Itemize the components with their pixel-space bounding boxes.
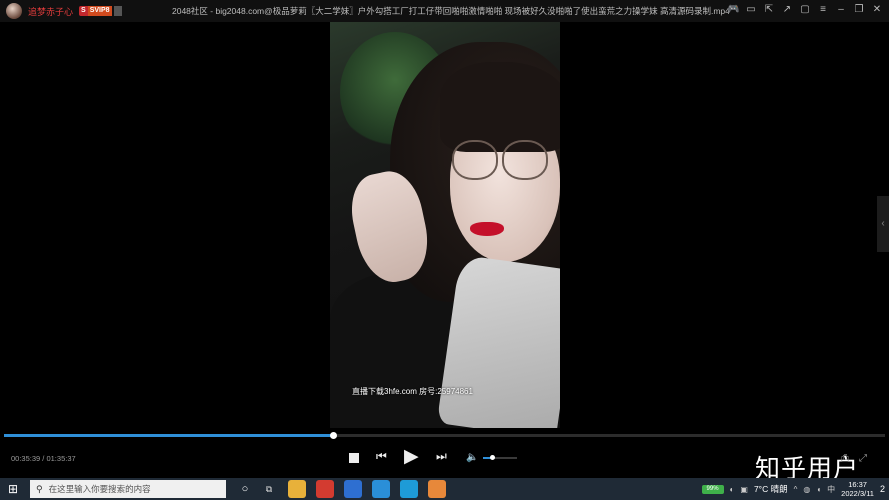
video-frame[interactable]: 直播下载3hfe.com 房号:25974861 — [330, 22, 560, 428]
vip-extra-icon — [113, 6, 122, 16]
window-title: 2048社区 - big2048.com@极品萝莉〖大二学妹〗户外勾搭工厂打工仔… — [172, 6, 730, 16]
folder-icon[interactable]: ▢ — [799, 4, 811, 16]
chrome-icon[interactable] — [316, 480, 334, 498]
vip-badge-level: SVIP8 — [87, 6, 112, 16]
windows-start-icon[interactable]: ⊞ — [2, 478, 24, 500]
tray-app-icon[interactable]: ◐ — [730, 485, 735, 494]
username[interactable]: 追梦赤子心 — [28, 5, 73, 18]
window-controls: 🎮 ▭ ⇱ ↗ ▢ ≡ – ❐ ✕ — [727, 4, 883, 16]
taskbar-search[interactable]: ⚲ 在这里输入你要搜索的内容 — [30, 480, 226, 498]
time-display: 00:35:39 / 01:35:37 — [11, 454, 76, 463]
task-view-icon[interactable]: ⧉ — [260, 480, 278, 498]
fullscreen-icon[interactable]: ⤢ — [859, 453, 867, 464]
speaker-icon[interactable]: ◖ — [816, 485, 821, 494]
ime-icon[interactable]: 中 — [827, 484, 835, 495]
share-icon[interactable]: ↗ — [781, 4, 793, 16]
search-placeholder: 在这里输入你要搜索的内容 — [48, 484, 151, 494]
current-time: 00:35:39 / — [11, 454, 45, 463]
menu-icon[interactable]: ≡ — [817, 4, 829, 16]
seek-bar[interactable] — [4, 432, 885, 439]
battery-indicator[interactable]: 99% — [701, 484, 724, 494]
pin-icon[interactable]: ⇱ — [763, 4, 775, 16]
video-subject-bangs — [440, 62, 560, 152]
taskbar-clock[interactable]: 16:37 2022/3/11 — [841, 480, 874, 498]
video-watermark: 直播下载3hfe.com 房号:25974861 — [352, 387, 473, 396]
game-icon[interactable]: 🎮 — [727, 4, 739, 16]
side-panel-toggle[interactable]: ‹ — [877, 196, 889, 252]
volume-handle[interactable] — [490, 455, 496, 460]
vip-badge[interactable]: S SVIP8 — [79, 6, 122, 16]
title-bar: 追梦赤子心 S SVIP8 2048社区 - big2048.com@极品萝莉〖… — [0, 0, 889, 22]
close-icon[interactable]: ✕ — [871, 4, 883, 16]
tray-app-icon-2[interactable]: ▣ — [740, 485, 748, 494]
network-icon[interactable]: ◍ — [803, 485, 810, 494]
player-app-icon[interactable] — [428, 480, 446, 498]
player-tools: ⎙ ⤢ — [841, 453, 867, 464]
chevron-up-icon[interactable]: ^ — [794, 485, 798, 494]
previous-button[interactable]: ⏮ — [376, 449, 387, 464]
cortana-icon[interactable]: ○ — [236, 480, 254, 498]
taskbar: ⊞ ⚲ 在这里输入你要搜索的内容 ○ ⧉ 99% ◐ ▣ 7°C 晴朗 ^ ◍ … — [0, 478, 889, 500]
edge-icon[interactable] — [400, 480, 418, 498]
ie-icon[interactable] — [372, 480, 390, 498]
total-time: 01:35:37 — [46, 454, 76, 463]
video-subject-lips — [470, 222, 504, 236]
glasses-left-lens — [452, 140, 498, 180]
seek-bar-played — [4, 434, 333, 437]
file-explorer-icon[interactable] — [288, 480, 306, 498]
avatar[interactable] — [6, 3, 22, 19]
search-icon: ⚲ — [36, 483, 43, 494]
screen-icon[interactable]: ▭ — [745, 4, 757, 16]
minimize-icon[interactable]: – — [835, 4, 847, 16]
app-blue-icon[interactable] — [344, 480, 362, 498]
next-button[interactable]: ⏭ — [436, 449, 447, 464]
vip-badge-s: S — [79, 6, 88, 16]
clock-date: 2022/3/11 — [841, 489, 874, 498]
glasses-right-lens — [502, 140, 548, 180]
taskbar-apps: ⧉ — [254, 480, 446, 498]
volume-icon[interactable]: 🔈 — [466, 452, 478, 463]
screenshot-icon[interactable]: ⎙ — [841, 453, 849, 464]
volume-slider[interactable] — [483, 455, 517, 460]
weather-widget[interactable]: 7°C 晴朗 — [754, 483, 788, 495]
restore-icon[interactable]: ❐ — [853, 4, 865, 16]
stop-button[interactable] — [349, 453, 359, 463]
play-button[interactable]: ▶ — [404, 445, 419, 468]
seek-bar-handle[interactable] — [329, 432, 337, 439]
notification-count[interactable]: 2 — [880, 484, 885, 494]
clock-time: 16:37 — [848, 480, 867, 489]
system-tray: 99% ◐ ▣ 7°C 晴朗 ^ ◍ ◖ 中 16:37 2022/3/11 2 — [701, 478, 885, 500]
